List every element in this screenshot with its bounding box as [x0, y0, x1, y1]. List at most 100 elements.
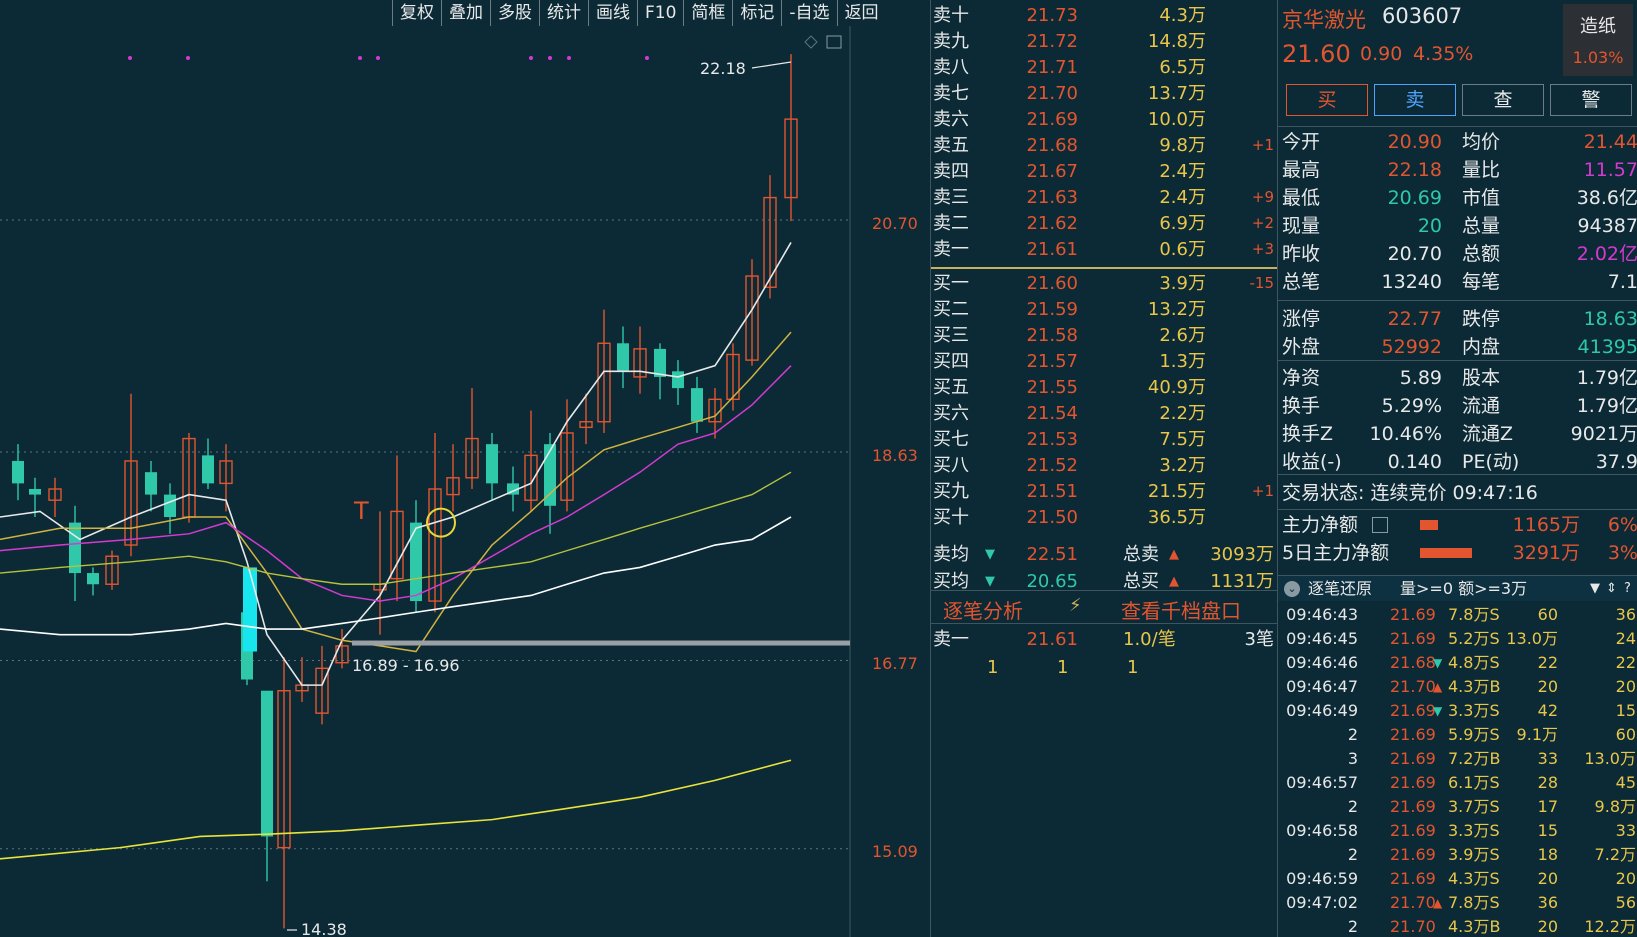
divider — [1278, 474, 1637, 475]
tick-row[interactable]: 09:46:57 21.69 6.1万S 28 45 — [1278, 771, 1637, 795]
tick-filter[interactable]: 量>=0 额>=3万 — [1400, 576, 1527, 602]
bid-row[interactable]: 买九 21.51 21.5万 +1 — [931, 478, 1278, 505]
price-level-label: 18.63 — [872, 446, 918, 465]
ask-row[interactable]: 卖六 21.69 10.0万 — [931, 106, 1278, 133]
toolbar-mark-button[interactable]: 标记 — [732, 0, 781, 26]
list-icon[interactable] — [1372, 517, 1388, 533]
alert-button[interactable]: 警 — [1550, 84, 1632, 116]
signal-dot — [567, 56, 571, 60]
bid-row[interactable]: 买一 21.60 3.9万 -15 — [931, 270, 1278, 297]
tick-row[interactable]: 09:46:45 21.69 5.2万S 13.0万 24 — [1278, 627, 1637, 651]
filter-icon[interactable]: ▼ — [1590, 576, 1600, 602]
toolbar-f10-button[interactable]: F10 — [637, 0, 683, 26]
candle-body — [29, 488, 41, 495]
t-marker[interactable]: T — [354, 497, 369, 525]
tick-row[interactable]: 2 21.69 5.9万S 9.1万 60 — [1278, 723, 1637, 747]
tick-row[interactable]: 09:46:46 21.68 ▼ 4.8万S 22 22 — [1278, 651, 1637, 675]
ma250-line — [0, 759, 792, 860]
ask-row[interactable]: 卖四 21.67 2.4万 — [931, 158, 1278, 185]
collapse-icon[interactable]: ⌄ — [1284, 581, 1300, 597]
tick-row[interactable]: 2 21.70 4.3万B 20 12.2万 — [1278, 915, 1637, 937]
quote-row: 今开 20.90 均价 21.44 — [1282, 131, 1637, 153]
ask-average-row: 卖均 ▼ 22.51 总卖 ▲ 3093万 — [931, 541, 1278, 568]
query-button[interactable]: 查 — [1462, 84, 1544, 116]
bid-row[interactable]: 买七 21.53 7.5万 — [931, 426, 1278, 453]
price-level-label: 15.09 — [872, 842, 918, 861]
tick-row[interactable]: 2 21.69 3.9万S 18 7.2万 — [1278, 843, 1637, 867]
tick-row[interactable]: 3 21.69 7.2万B 33 13.0万 — [1278, 747, 1637, 771]
stock-code: 603607 — [1382, 4, 1463, 28]
highlight-candle — [243, 567, 257, 652]
bid-row[interactable]: 买四 21.57 1.3万 — [931, 348, 1278, 375]
support-band — [352, 640, 850, 646]
toolbar-draw-button[interactable]: 画线 — [588, 0, 637, 26]
candle-body — [617, 343, 629, 372]
tick-header: ⌄ 逐笔还原 量>=0 额>=3万 ▼ ⇕ ? — [1278, 575, 1637, 601]
ask-row[interactable]: 卖三 21.63 2.4万 +9 — [931, 184, 1278, 211]
tab-depth-book[interactable]: 查看千档盘口 — [1121, 595, 1241, 624]
ask-row[interactable]: 卖九 21.72 14.8万 — [931, 28, 1278, 55]
ask-row[interactable]: 卖十 21.73 4.3万 — [931, 2, 1278, 29]
tick-row[interactable]: 09:46:43 21.69 7.8万S 60 36 — [1278, 603, 1637, 627]
tick-row[interactable]: 09:46:49 21.69 ▼ 3.3万S 42 15 — [1278, 699, 1637, 723]
quote-row: 最高 22.18 量比 11.57 — [1282, 159, 1637, 181]
price-level-label: 20.70 — [872, 214, 918, 233]
tab-tick-analysis[interactable]: 逐笔分析 — [943, 595, 1023, 624]
bid-row[interactable]: 买十 21.50 36.5万 — [931, 504, 1278, 531]
flow5-bar — [1420, 548, 1472, 558]
buy-button[interactable]: 买 — [1286, 84, 1368, 116]
quote-row: 换手 5.29% 流通 1.79亿 — [1282, 395, 1637, 417]
bid-row[interactable]: 买五 21.55 40.9万 — [931, 374, 1278, 401]
quote-row: 总笔 13240 每笔 7.1 — [1282, 271, 1637, 293]
tick-row[interactable]: 09:46:47 21.70 ▲ 4.3万B 20 20 — [1278, 675, 1637, 699]
quote-row: 净资 5.89 股本 1.79亿 — [1282, 367, 1637, 389]
tick-row[interactable]: 09:46:59 21.69 4.3万S 20 20 — [1278, 867, 1637, 891]
toolbar-adjust-button[interactable]: 复权 — [392, 0, 441, 26]
bid-row[interactable]: 买二 21.59 13.2万 — [931, 296, 1278, 323]
arrow-down-icon: ▼ — [985, 547, 995, 562]
candle-body — [691, 388, 703, 422]
toolbar-back-button[interactable]: 返回 — [836, 0, 886, 26]
chart-canvas[interactable] — [0, 0, 930, 937]
stock-change: 0.90 — [1360, 43, 1403, 65]
divider — [1278, 360, 1637, 361]
candle-body — [12, 460, 24, 484]
toolbar-multi-stock-button[interactable]: 多股 — [490, 0, 539, 26]
tick-row[interactable]: 09:46:58 21.69 3.3万S 15 33 — [1278, 819, 1637, 843]
toolbar-simple-frame-button[interactable]: 简框 — [683, 0, 732, 26]
lightning-icon[interactable]: ⚡ — [1069, 595, 1082, 616]
detail-qty-row: 1 1 1 — [987, 657, 1139, 678]
ask-row[interactable]: 卖七 21.70 13.7万 — [931, 80, 1278, 107]
bid-row[interactable]: 买三 21.58 2.6万 — [931, 322, 1278, 349]
help-icon[interactable]: ? — [1624, 576, 1631, 602]
candle-body — [261, 690, 273, 837]
toolbar-watchlist-button[interactable]: -自选 — [781, 0, 836, 26]
ask-row[interactable]: 卖二 21.62 6.9万 +2 — [931, 210, 1278, 237]
candle-body — [202, 455, 214, 484]
ask-row[interactable]: 卖一 21.61 0.6万 +3 — [931, 236, 1278, 263]
quote-row: 昨收 20.70 总额 2.02亿 — [1282, 243, 1637, 265]
stock-name: 京华激光 — [1282, 8, 1366, 32]
ask-row[interactable]: 卖八 21.71 6.5万 — [931, 54, 1278, 81]
tick-row[interactable]: 09:47:02 21.70 ▲ 7.8万S 36 56 — [1278, 891, 1637, 915]
toolbar-overlay-button[interactable]: 叠加 — [441, 0, 490, 26]
range-note: 16.89 - 16.96 — [352, 656, 460, 675]
signal-dot — [186, 56, 190, 60]
sell-button[interactable]: 卖 — [1374, 84, 1456, 116]
signal-dot — [548, 56, 552, 60]
flow-bar — [1420, 520, 1438, 530]
main-flow-row: 主力净额 1165万 6% — [1282, 514, 1637, 536]
sort-icon[interactable]: ⇕ — [1606, 576, 1617, 602]
arrow-down-icon: ▼ — [1433, 656, 1443, 670]
arrow-up-icon: ▲ — [1169, 547, 1179, 562]
bid-row[interactable]: 买六 21.54 2.2万 — [931, 400, 1278, 427]
order-book-panel: 卖十 21.73 4.3万 卖九 21.72 14.8万 卖八 21.71 6.5万 卖七 21.7… — [930, 0, 1278, 937]
ask-row[interactable]: 卖五 21.68 9.8万 +1 — [931, 132, 1278, 159]
sector-badge[interactable]: 造纸 1.03% — [1563, 4, 1633, 76]
candlestick-chart[interactable]: 20.70 18.63 16.77 15.09 22.18 14.38 16.8… — [0, 0, 930, 937]
toolbar-stats-button[interactable]: 统计 — [539, 0, 588, 26]
signal-dot — [376, 56, 380, 60]
bid-row[interactable]: 买八 21.52 3.2万 — [931, 452, 1278, 479]
tick-row[interactable]: 2 21.69 3.7万S 17 9.8万 — [1278, 795, 1637, 819]
window-icon — [826, 35, 842, 49]
